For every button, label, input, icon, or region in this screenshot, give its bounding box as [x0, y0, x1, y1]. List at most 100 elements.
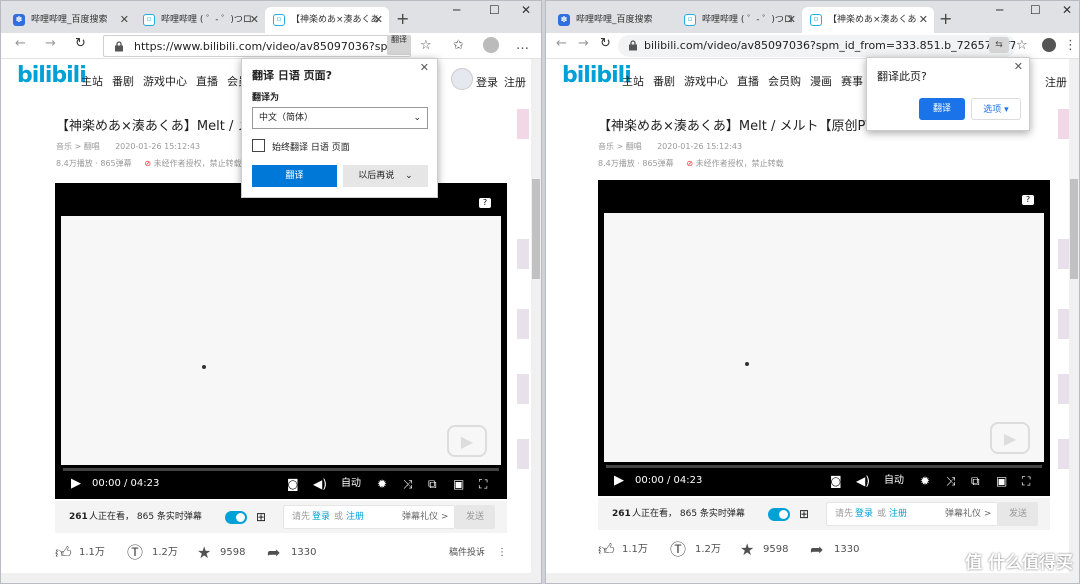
- refresh-icon[interactable]: ↻: [75, 36, 86, 51]
- loop-icon[interactable]: ⤨: [403, 473, 413, 495]
- danmaku-etiquette[interactable]: 弹幕礼仪 >: [402, 506, 448, 528]
- profile-icon[interactable]: [483, 37, 499, 53]
- translate-button[interactable]: 翻译: [252, 165, 337, 187]
- bilibili-logo[interactable]: bilibili: [17, 63, 87, 88]
- new-tab-button[interactable]: +: [939, 7, 952, 31]
- danmaku-settings-icon[interactable]: ⊞: [256, 501, 266, 533]
- nav-item[interactable]: 直播: [737, 75, 759, 88]
- quality-select[interactable]: 自动: [341, 473, 361, 495]
- bilibili-logo[interactable]: bilibili: [562, 63, 632, 88]
- tab-bilibili-home[interactable]: ▫ 哔哩哔哩 ( ゜- ゜)つロ ✕: [135, 7, 265, 33]
- scrollbar-thumb[interactable]: [1070, 179, 1078, 279]
- loop-icon[interactable]: ⤨: [946, 470, 956, 492]
- close-icon[interactable]: ✕: [1014, 60, 1023, 73]
- settings-icon[interactable]: ✹: [920, 470, 930, 492]
- minimize-button[interactable]: ─: [453, 3, 460, 17]
- nav-item[interactable]: 主站: [81, 75, 103, 88]
- close-icon[interactable]: ✕: [787, 7, 796, 33]
- menu-icon[interactable]: ⋮: [1064, 38, 1077, 53]
- volume-icon[interactable]: ◀): [313, 473, 327, 495]
- tab-video[interactable]: ▫ 【神楽めあ×湊あくあ ✕: [265, 7, 389, 33]
- nav-item[interactable]: 游戏中心: [684, 75, 728, 88]
- big-play-icon[interactable]: ▶: [990, 422, 1030, 454]
- favorites-bar-icon[interactable]: ✩: [453, 38, 464, 53]
- address-bar[interactable]: bilibili.com/video/av85097036?spm_id_fro…: [618, 35, 1016, 57]
- vertical-scrollbar[interactable]: [531, 59, 541, 583]
- translate-icon[interactable]: 翻译: [387, 35, 411, 55]
- more-icon[interactable]: …: [516, 38, 529, 53]
- big-play-icon[interactable]: ▶: [447, 425, 487, 457]
- coin-icon[interactable]: Ⓣ: [670, 537, 686, 563]
- play-icon[interactable]: ▶: [614, 470, 624, 492]
- send-button[interactable]: 发送: [998, 502, 1038, 526]
- nav-item[interactable]: 赛事: [841, 75, 863, 88]
- sidebar-thumbnail[interactable]: [517, 439, 529, 469]
- favorite-icon[interactable]: ★: [740, 537, 754, 563]
- back-icon[interactable]: ←: [556, 36, 567, 51]
- refresh-icon[interactable]: ↻: [600, 36, 611, 51]
- sidebar-thumbnail[interactable]: [517, 374, 529, 404]
- nav-item[interactable]: 会员购: [768, 75, 801, 88]
- report-link[interactable]: 稿件投诉: [449, 540, 485, 566]
- address-bar[interactable]: https://www.bilibili.com/video/av8509703…: [103, 35, 411, 57]
- more-options-icon[interactable]: ⋮: [497, 540, 507, 566]
- options-button[interactable]: 选项 ▾: [971, 98, 1021, 120]
- video-screen[interactable]: ▶: [61, 216, 501, 465]
- fullscreen-icon[interactable]: ⛶: [479, 473, 487, 495]
- nav-item[interactable]: 番剧: [112, 75, 134, 88]
- vertical-scrollbar[interactable]: [1069, 59, 1079, 583]
- coin-icon[interactable]: Ⓣ: [127, 540, 143, 566]
- profile-icon[interactable]: [1042, 38, 1056, 52]
- send-button[interactable]: 发送: [455, 505, 495, 529]
- sidebar-thumbnail[interactable]: [517, 109, 529, 139]
- pip-icon[interactable]: ⧉: [971, 470, 980, 492]
- danmaku-login-link[interactable]: 登录: [855, 503, 873, 525]
- close-window-button[interactable]: ✕: [1062, 3, 1072, 17]
- favorite-icon[interactable]: ★: [197, 540, 211, 566]
- help-icon[interactable]: ?: [1022, 195, 1034, 205]
- danmaku-settings-icon[interactable]: ⊞: [799, 498, 809, 530]
- volume-icon[interactable]: ◀): [856, 470, 870, 492]
- like-icon[interactable]: 👍︎: [598, 537, 615, 563]
- close-icon[interactable]: ✕: [420, 61, 429, 74]
- favorite-star-icon[interactable]: ☆: [420, 38, 432, 53]
- nav-item[interactable]: 番剧: [653, 75, 675, 88]
- nav-item[interactable]: 主站: [622, 75, 644, 88]
- tab-video[interactable]: ▫ 【神楽めあ×湊あくあ ✕: [802, 7, 934, 33]
- login-link[interactable]: 登录: [476, 74, 498, 90]
- category-breadcrumb[interactable]: 音乐 > 翻唱: [56, 142, 100, 151]
- register-link[interactable]: 注册: [504, 74, 526, 90]
- later-button[interactable]: 以后再说 ⌄: [343, 165, 428, 187]
- horizontal-scrollbar[interactable]: [1, 573, 531, 583]
- video-player[interactable]: ? ▶ ▶ 00:00 / 04:23 ◙ ◀) 自动 ✹ ⤨ ⧉ ▣ ⛶: [55, 183, 507, 499]
- always-translate-checkbox[interactable]: [252, 139, 265, 152]
- translate-icon[interactable]: ⇆: [989, 37, 1009, 53]
- share-icon[interactable]: ➦: [267, 540, 280, 566]
- scrollbar-thumb[interactable]: [532, 179, 540, 279]
- sidebar-thumbnail[interactable]: [517, 309, 529, 339]
- danmaku-switch[interactable]: [768, 508, 790, 521]
- bookmark-star-icon[interactable]: ☆: [1016, 38, 1028, 53]
- avatar[interactable]: [451, 68, 473, 90]
- progress-bar[interactable]: [63, 468, 499, 471]
- minimize-button[interactable]: ─: [996, 3, 1003, 17]
- settings-icon[interactable]: ✹: [377, 473, 387, 495]
- danmaku-toggle-icon[interactable]: ◙: [287, 473, 299, 495]
- close-window-button[interactable]: ✕: [521, 3, 531, 17]
- tab-baidu[interactable]: ✽ 哔哩哔哩_百度搜索 ✕: [5, 7, 135, 33]
- horizontal-scrollbar[interactable]: [546, 573, 1069, 583]
- forward-icon[interactable]: →: [45, 36, 56, 51]
- share-icon[interactable]: ➦: [810, 537, 823, 563]
- like-icon[interactable]: 👍︎: [55, 540, 72, 566]
- tab-bilibili-home[interactable]: ▫ 哔哩哔哩 ( ゜- ゜)つロ ✕: [676, 7, 802, 33]
- forward-icon[interactable]: →: [578, 36, 589, 51]
- nav-item[interactable]: 漫画: [810, 75, 832, 88]
- close-icon[interactable]: ✕: [374, 7, 383, 33]
- maximize-button[interactable]: ☐: [1030, 3, 1041, 17]
- quality-select[interactable]: 自动: [884, 470, 904, 492]
- danmaku-etiquette[interactable]: 弹幕礼仪 >: [945, 503, 991, 525]
- danmaku-switch[interactable]: [225, 511, 247, 524]
- widescreen-icon[interactable]: ▣: [996, 470, 1007, 492]
- danmaku-toggle-icon[interactable]: ◙: [830, 470, 842, 492]
- sidebar-thumbnail[interactable]: [517, 239, 529, 269]
